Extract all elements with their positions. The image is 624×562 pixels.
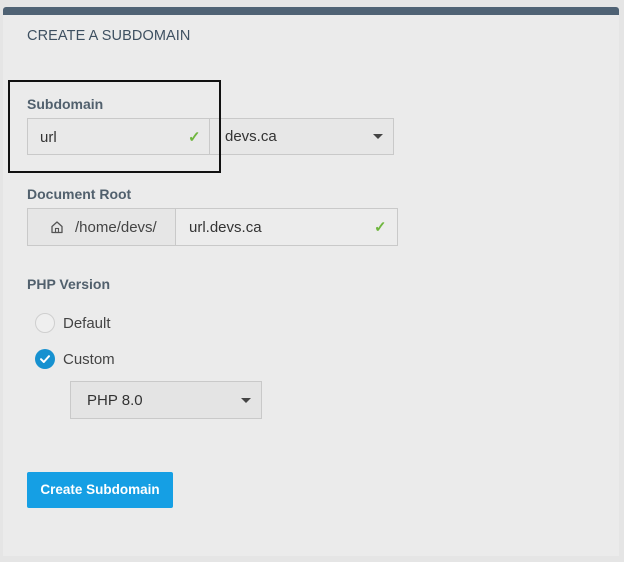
radio-default-label[interactable]: Default — [63, 315, 111, 332]
domain-select-value: devs.ca — [225, 128, 277, 145]
page-title: CREATE A SUBDOMAIN — [27, 28, 191, 44]
document-root-prefix: /home/devs/ — [27, 208, 176, 246]
subdomain-label: Subdomain — [27, 96, 104, 112]
create-subdomain-button[interactable]: Create Subdomain — [27, 472, 173, 508]
document-root-prefix-text: /home/devs/ — [75, 219, 157, 236]
document-root-input[interactable]: url.devs.ca ✓ — [175, 208, 398, 246]
chevron-down-icon — [241, 398, 251, 403]
domain-select[interactable]: devs.ca — [209, 118, 394, 155]
radio-custom-label[interactable]: Custom — [63, 351, 115, 368]
subdomain-value: url — [40, 129, 57, 146]
subdomain-input[interactable]: url ✓ — [27, 118, 209, 155]
home-icon — [50, 220, 64, 238]
radio-custom[interactable] — [35, 349, 55, 369]
php-version-select-value: PHP 8.0 — [87, 392, 143, 409]
document-root-value: url.devs.ca — [189, 219, 262, 236]
document-root-label: Document Root — [27, 186, 132, 202]
chevron-down-icon — [373, 134, 383, 139]
php-version-label: PHP Version — [27, 276, 111, 292]
checkmark-icon: ✓ — [188, 129, 201, 146]
php-version-select[interactable]: PHP 8.0 — [70, 381, 262, 419]
checkmark-icon: ✓ — [374, 219, 387, 236]
checkmark-icon — [40, 355, 50, 363]
radio-default[interactable] — [35, 313, 55, 333]
